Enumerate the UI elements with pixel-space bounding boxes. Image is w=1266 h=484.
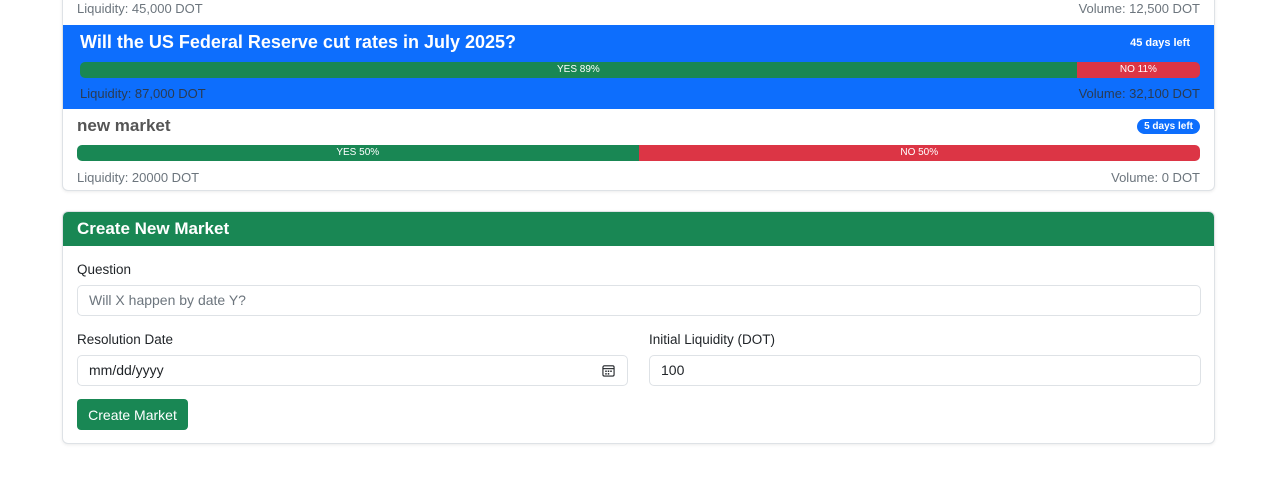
create-market-button[interactable]: Create Market — [77, 399, 188, 430]
markets-list: Liquidity: 45,000 DOT Volume: 12,500 DOT… — [62, 0, 1215, 191]
market-meta: Liquidity: 87,000 DOT Volume: 32,100 DOT — [80, 86, 1200, 101]
initial-liquidity-label: Initial Liquidity (DOT) — [649, 332, 776, 347]
yes-segment: YES 89% — [80, 62, 1077, 78]
create-market-card: Create New Market Question Will X happen… — [62, 211, 1215, 444]
question-label: Question — [77, 262, 132, 277]
market-meta: Liquidity: 20000 DOT Volume: 0 DOT — [77, 170, 1200, 185]
market-volume: Volume: 0 DOT — [1111, 170, 1200, 185]
market-previous-meta: Liquidity: 45,000 DOT Volume: 12,500 DOT — [77, 1, 1200, 16]
no-segment: NO 11% — [1076, 62, 1200, 78]
odds-bar: YES 89% NO 11% — [80, 62, 1200, 78]
market-item-selected[interactable]: Will the US Federal Reserve cut rates in… — [63, 25, 1214, 109]
date-placeholder: mm/dd/yyyy — [89, 362, 164, 378]
market-question: new market — [77, 116, 171, 135]
resolution-date-label: Resolution Date — [77, 332, 174, 347]
odds-bar: YES 50% NO 50% — [77, 145, 1200, 161]
no-segment: NO 50% — [638, 145, 1200, 161]
resolution-date-input[interactable]: mm/dd/yyyy — [77, 355, 628, 386]
days-left-badge: 5 days left — [1137, 119, 1200, 134]
question-input[interactable]: Will X happen by date Y? — [77, 285, 1201, 316]
initial-liquidity-input[interactable]: 100 — [649, 355, 1201, 386]
market-volume: Volume: 12,500 DOT — [1078, 1, 1200, 16]
calendar-icon[interactable] — [602, 364, 615, 377]
market-liquidity: Liquidity: 87,000 DOT — [80, 86, 206, 101]
days-left-badge: 45 days left — [1130, 37, 1190, 49]
create-market-title: Create New Market — [63, 212, 1214, 246]
market-liquidity: Liquidity: 45,000 DOT — [77, 1, 203, 16]
yes-segment: YES 50% — [77, 145, 639, 161]
market-liquidity: Liquidity: 20000 DOT — [77, 170, 200, 185]
market-volume: Volume: 32,100 DOT — [1078, 86, 1200, 101]
market-item[interactable]: new market 5 days left YES 50% NO 50% Li… — [63, 109, 1214, 190]
market-question: Will the US Federal Reserve cut rates in… — [80, 32, 517, 52]
